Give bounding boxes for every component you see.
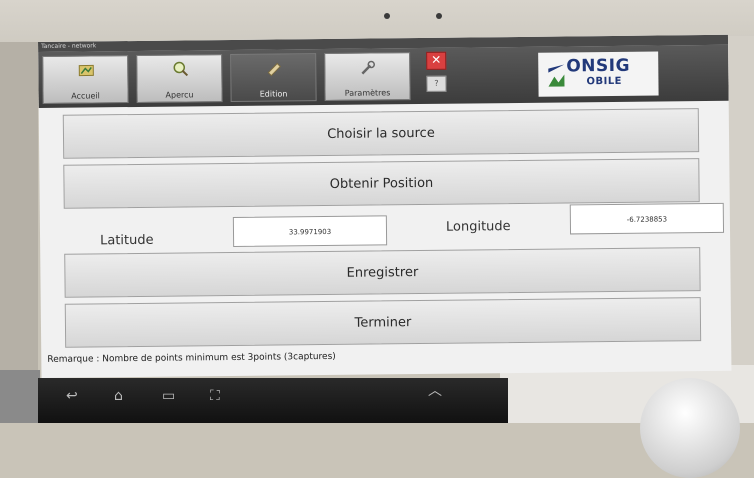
latitude-label: Latitude	[100, 232, 154, 249]
get-position-button[interactable]: Obtenir Position	[63, 158, 700, 209]
toolbar-parametres-button[interactable]: Paramètres	[324, 52, 411, 102]
toolbar-edition-label: Edition	[259, 89, 288, 99]
latitude-field[interactable]: 33.9971903	[232, 215, 388, 247]
toolbar-apercu-label: Apercu	[165, 90, 194, 100]
help-button[interactable]: ?	[426, 75, 447, 92]
longitude-label: Longitude	[445, 219, 511, 235]
finish-button[interactable]: Terminer	[64, 297, 702, 348]
main-toolbar: Accueil Apercu Edition Paramètres ✕ ? ON…	[38, 44, 729, 108]
home-map-icon	[78, 64, 94, 77]
longitude-field[interactable]: -6.7238853	[569, 202, 725, 235]
edit-icon	[267, 62, 281, 77]
back-icon[interactable]: ↩	[66, 388, 78, 404]
camera-sensor	[384, 13, 390, 19]
toolbar-apercu-button[interactable]: Apercu	[136, 54, 223, 103]
camera-lens	[436, 13, 442, 19]
logo-text-bottom: OBILE	[586, 75, 623, 88]
toolbar-parametres-label: Paramètres	[344, 88, 391, 98]
toolbar-edition-button[interactable]: Edition	[230, 53, 317, 102]
screenshot-icon[interactable]: ⛶	[210, 388, 220, 404]
logo-text-top: ONSIG	[566, 55, 631, 77]
tools-icon	[361, 60, 376, 75]
background-hand	[0, 370, 40, 423]
chevron-up-icon[interactable]: ︿	[428, 380, 442, 400]
background-ball	[640, 378, 740, 478]
consig-mobile-logo: ONSIG OBILE	[538, 51, 659, 97]
device-bezel-left	[0, 42, 38, 423]
tablet-screen: Tancaire - network Accueil Apercu Editio…	[38, 34, 732, 378]
toolbar-accueil-label: Accueil	[71, 91, 100, 101]
choose-source-button[interactable]: Choisir la source	[62, 108, 700, 159]
home-icon[interactable]: ⌂	[114, 388, 123, 404]
device-bezel-right	[728, 36, 754, 366]
remark-text: Remarque : Nombre de points minimum est …	[47, 351, 336, 365]
android-navigation-bar: ↩ ⌂ ▭ ⛶ ︿	[38, 378, 508, 423]
save-button[interactable]: Enregistrer	[64, 247, 701, 298]
magnifier-icon	[173, 61, 189, 77]
recent-apps-icon[interactable]: ▭	[162, 388, 175, 404]
close-button[interactable]: ✕	[426, 51, 447, 70]
logo-mark-icon	[548, 64, 565, 87]
toolbar-accueil-button[interactable]: Accueil	[42, 55, 129, 104]
